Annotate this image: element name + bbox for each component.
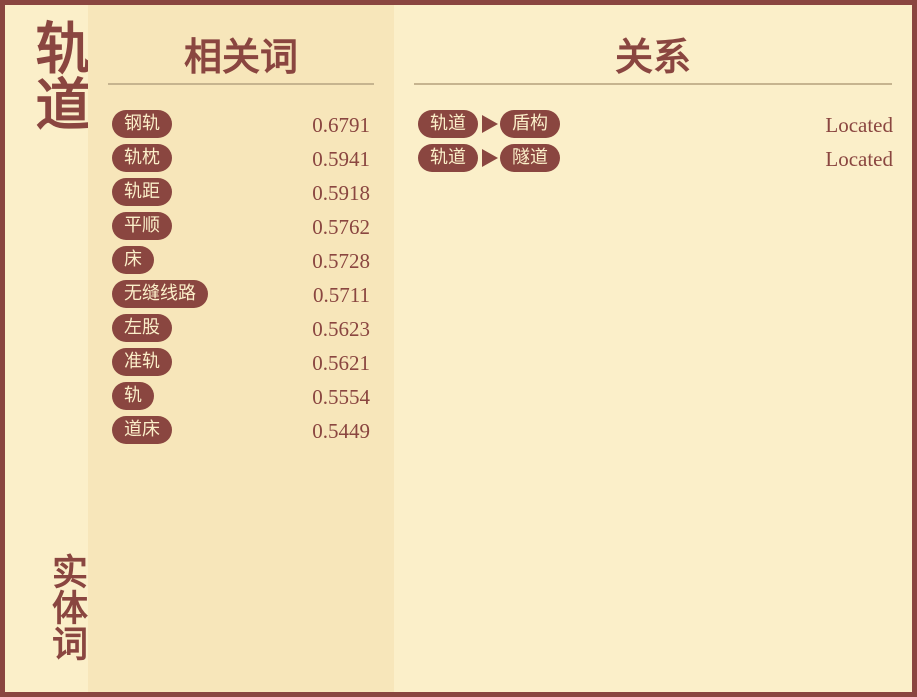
related-word-chip[interactable]: 床 — [112, 246, 154, 274]
related-word-chip[interactable]: 道床 — [112, 416, 172, 444]
relation-target-chip[interactable]: 盾构 — [500, 110, 560, 138]
related-word-score: 0.5554 — [312, 385, 370, 409]
related-word-score: 0.6791 — [312, 113, 370, 137]
related-word-row: 平顺 0.5762 — [112, 211, 370, 245]
related-word-chip[interactable]: 左股 — [112, 314, 172, 342]
related-word-score: 0.5941 — [312, 147, 370, 171]
related-words-panel: 相关词 钢轨 0.6791 轨枕 0.5941 轨距 0.5918 平顺 0.5762 床 0.5… — [88, 5, 394, 692]
relation-source-chip[interactable]: 轨道 — [418, 144, 478, 172]
related-words-heading: 相关词 — [108, 31, 374, 85]
related-word-score: 0.5762 — [312, 215, 370, 239]
related-word-row: 无缝线路 0.5711 — [112, 279, 370, 313]
arrow-right-icon — [482, 149, 498, 167]
relation-row: 轨道 隧道 Located — [418, 143, 893, 177]
related-word-row: 钢轨 0.6791 — [112, 109, 370, 143]
related-word-chip[interactable]: 平顺 — [112, 212, 172, 240]
relations-panel: 关系 轨道 盾构 Located 轨道 隧道 Located — [394, 5, 912, 692]
related-word-row: 左股 0.5623 — [112, 313, 370, 347]
relations-heading: 关系 — [414, 31, 892, 85]
entity-caption: 实体词 — [46, 553, 88, 661]
relations-list: 轨道 盾构 Located 轨道 隧道 Located — [418, 109, 893, 177]
related-word-score: 0.5621 — [312, 351, 370, 375]
related-word-row: 轨枕 0.5941 — [112, 143, 370, 177]
related-word-score: 0.5623 — [312, 317, 370, 341]
related-word-chip[interactable]: 轨距 — [112, 178, 172, 206]
related-word-row: 轨 0.5554 — [112, 381, 370, 415]
arrow-right-icon — [482, 115, 498, 133]
related-words-list: 钢轨 0.6791 轨枕 0.5941 轨距 0.5918 平顺 0.5762 床 0.5728 无… — [112, 109, 370, 449]
related-word-chip[interactable]: 轨枕 — [112, 144, 172, 172]
related-word-score: 0.5728 — [312, 249, 370, 273]
relation-type-label: Located — [825, 113, 893, 137]
entity-title: 轨道 — [26, 19, 92, 131]
related-word-row: 床 0.5728 — [112, 245, 370, 279]
related-word-chip[interactable]: 无缝线路 — [112, 280, 208, 308]
relation-row: 轨道 盾构 Located — [418, 109, 893, 143]
related-word-row: 准轨 0.5621 — [112, 347, 370, 381]
related-word-row: 轨距 0.5918 — [112, 177, 370, 211]
related-word-chip[interactable]: 准轨 — [112, 348, 172, 376]
entity-rail: 轨道 实体词 — [5, 5, 92, 692]
related-word-score: 0.5918 — [312, 181, 370, 205]
related-word-score: 0.5449 — [312, 419, 370, 443]
related-word-chip[interactable]: 轨 — [112, 382, 154, 410]
relation-source-chip[interactable]: 轨道 — [418, 110, 478, 138]
app-frame: 轨道 实体词 相关词 钢轨 0.6791 轨枕 0.5941 轨距 0.5918 平顺 0.5… — [0, 0, 917, 697]
relation-type-label: Located — [825, 147, 893, 171]
related-word-row: 道床 0.5449 — [112, 415, 370, 449]
related-word-score: 0.5711 — [313, 283, 370, 307]
related-word-chip[interactable]: 钢轨 — [112, 110, 172, 138]
relation-target-chip[interactable]: 隧道 — [500, 144, 560, 172]
